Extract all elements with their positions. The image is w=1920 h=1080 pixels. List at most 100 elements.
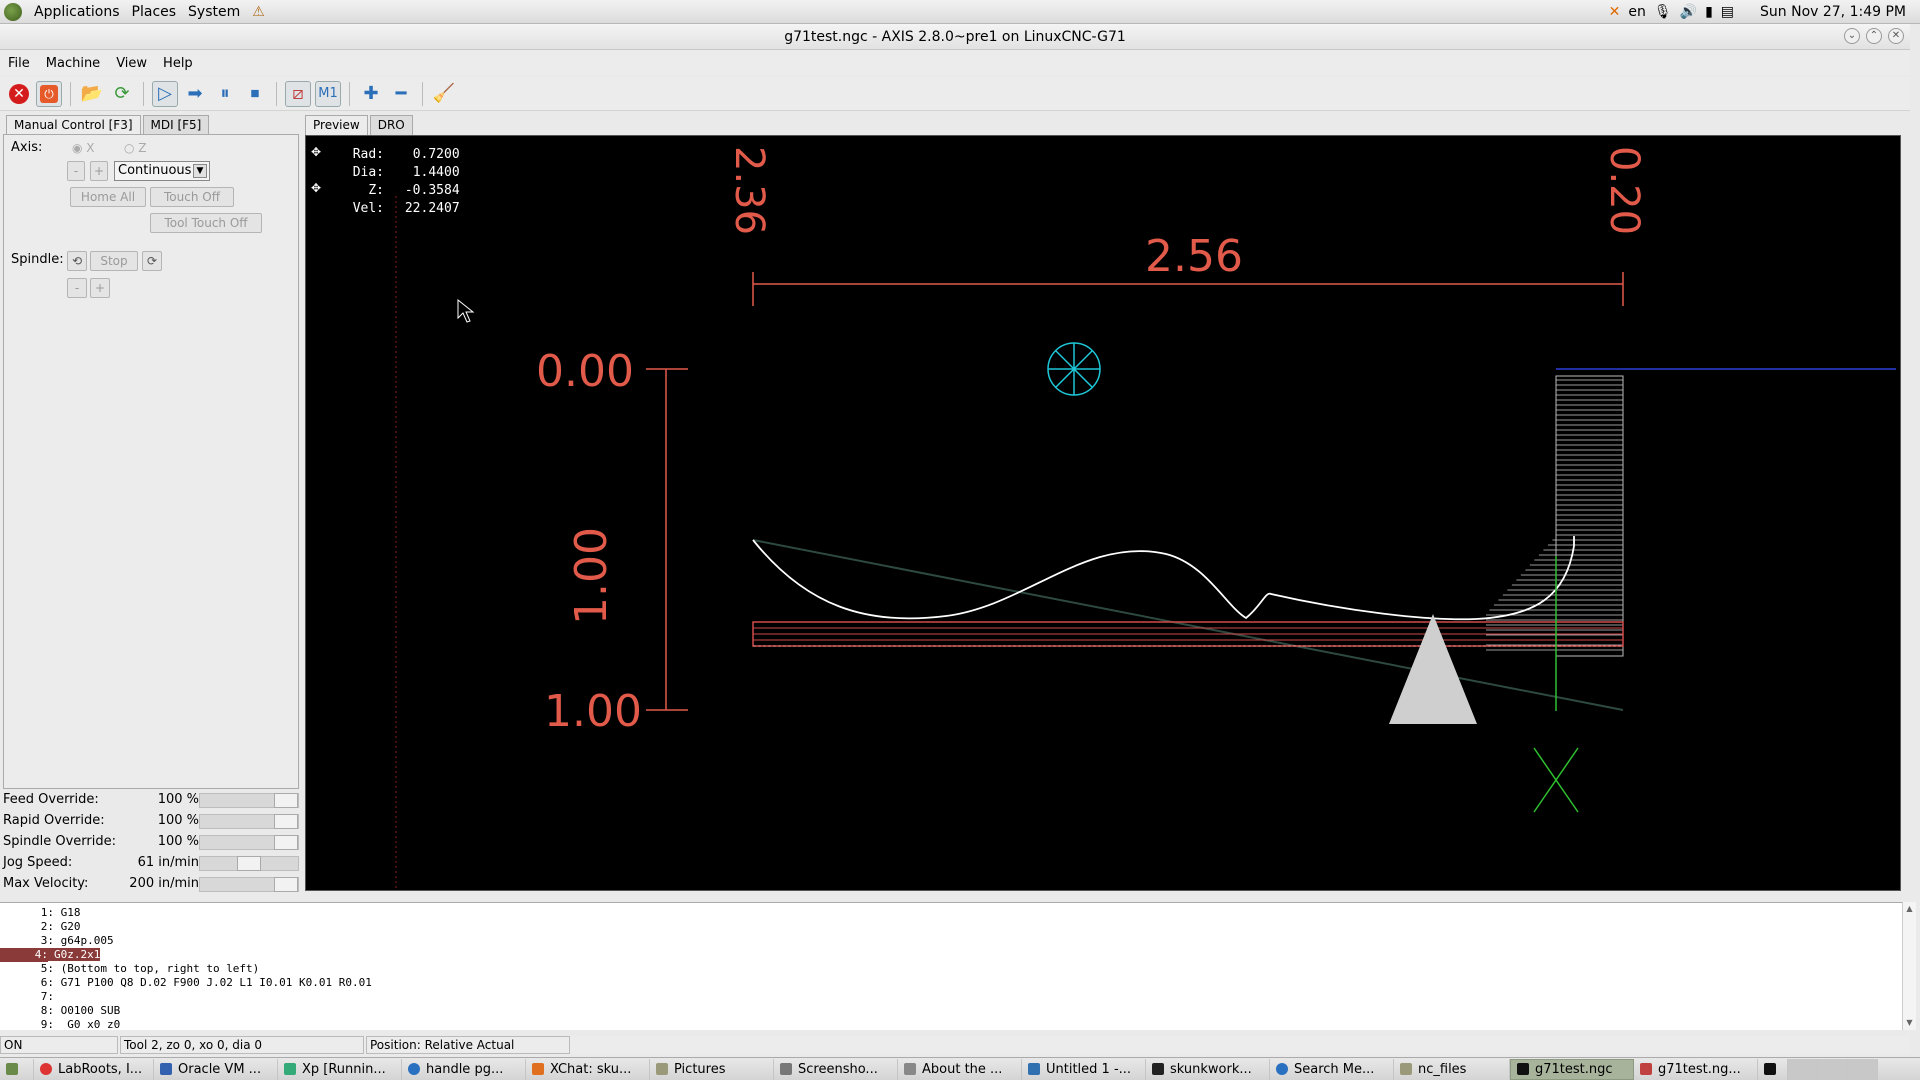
gcode-line[interactable]: 7: xyxy=(0,990,1910,1004)
gnome-foot-icon[interactable] xyxy=(4,2,22,21)
keyboard-lang[interactable]: en xyxy=(1628,4,1646,20)
task-skunkworks[interactable]: skunkwork... xyxy=(1146,1058,1270,1080)
mic-icon[interactable]: 🎙 xyxy=(1654,4,1672,20)
tab-dro[interactable]: DRO xyxy=(369,115,413,135)
task-handle-pg[interactable]: handle pg... xyxy=(402,1058,526,1080)
gcode-line-text: G71 P100 Q8 D.02 F900 J.02 L1 I0.01 K0.0… xyxy=(60,976,372,989)
machine-power-icon[interactable]: ⏻ xyxy=(36,80,62,107)
open-file-icon[interactable]: 📂 xyxy=(79,81,105,107)
launcher-icon[interactable]: ⚠ xyxy=(246,4,271,20)
spindle-stop-button[interactable]: Stop xyxy=(90,251,138,271)
menu-file[interactable]: File xyxy=(0,56,38,71)
task-about-the[interactable]: About the ... xyxy=(898,1058,1022,1080)
gcode-line-number: 3: xyxy=(40,934,54,947)
gcode-line[interactable]: 1: G18 xyxy=(0,906,1910,920)
slider-thumb[interactable] xyxy=(237,856,261,871)
gcode-line[interactable]: 9: G0 x0 z0 xyxy=(0,1018,1910,1030)
task-xchat[interactable]: XChat: sku... xyxy=(526,1058,650,1080)
task-labroots[interactable]: LabRoots, I... xyxy=(34,1058,154,1080)
pause-icon[interactable]: ⏸ xyxy=(212,81,238,107)
task-g71test-axis[interactable]: g71test.ngc xyxy=(1510,1058,1634,1080)
scroll-down-icon[interactable]: ▼ xyxy=(1904,1018,1915,1028)
stop-icon[interactable]: ⏹ xyxy=(242,81,268,107)
close-icon[interactable]: ✕ xyxy=(1888,28,1904,44)
gcode-line[interactable]: 3: g64p.005 xyxy=(0,934,1910,948)
minimize-icon[interactable]: ⌄ xyxy=(1844,28,1860,44)
menu-view[interactable]: View xyxy=(108,56,155,71)
spindle-slower-button[interactable]: - xyxy=(67,278,87,298)
task-label: handle pg... xyxy=(426,1061,504,1077)
run-icon[interactable]: ▷ xyxy=(152,80,178,107)
task-xp-running[interactable]: Xp [Runnin... xyxy=(278,1058,402,1080)
slider-thumb[interactable] xyxy=(274,877,298,892)
task-oracle-vm[interactable]: Oracle VM ... xyxy=(154,1058,278,1080)
spindle-override-slider[interactable] xyxy=(199,835,299,850)
gcode-line[interactable]: 2: G20 xyxy=(0,920,1910,934)
task-nc-files[interactable]: nc_files xyxy=(1394,1058,1510,1080)
zoom-in-icon[interactable]: ✚ xyxy=(358,81,384,107)
panel-menu-applications[interactable]: Applications xyxy=(28,4,126,20)
slider-thumb[interactable] xyxy=(274,793,298,808)
panel-menu-places[interactable]: Places xyxy=(126,4,183,20)
spindle-cw-icon[interactable]: ⟳ xyxy=(142,251,162,271)
menu-machine[interactable]: Machine xyxy=(38,56,108,71)
clear-plot-icon[interactable]: 🧹 xyxy=(431,81,457,107)
gcode-line[interactable]: 5: (Bottom to top, right to left) xyxy=(0,962,1910,976)
spindle-faster-button[interactable]: + xyxy=(90,278,110,298)
estop-icon[interactable]: ✕ xyxy=(6,81,32,107)
gcode-line-text: O0100 SUB xyxy=(60,1004,121,1017)
scroll-up-icon[interactable]: ▲ xyxy=(1904,904,1915,914)
clock[interactable]: Sun Nov 27, 1:49 PM xyxy=(1760,4,1906,20)
volume-icon[interactable]: 🔊 xyxy=(1680,4,1697,20)
menu-help[interactable]: Help xyxy=(155,56,201,71)
home-all-button[interactable]: Home All xyxy=(70,187,146,207)
gcode-line[interactable]: 6: G71 P100 Q8 D.02 F900 J.02 L1 I0.01 K… xyxy=(0,976,1910,990)
tab-preview[interactable]: Preview xyxy=(305,115,368,135)
gcode-line[interactable]: 8: O0100 SUB xyxy=(0,1004,1910,1018)
slider-thumb[interactable] xyxy=(274,835,298,850)
optional-stop-icon[interactable]: M1 xyxy=(315,80,341,107)
preview-plot[interactable]: 2.56 2.36 0.20 0.00 1.00 1.00 ✥ ✥ xyxy=(306,136,1901,891)
gcode-preview-canvas[interactable]: 2.56 2.36 0.20 0.00 1.00 1.00 ✥ ✥ xyxy=(305,135,1901,891)
tab-manual-control[interactable]: Manual Control [F3] xyxy=(6,115,141,135)
clipboard-icon[interactable]: ▤ xyxy=(1721,4,1734,20)
gcode-line-current[interactable]: 4: G0z.2x1 xyxy=(0,948,1910,962)
task-untitled[interactable]: Untitled 1 -... xyxy=(1022,1058,1146,1080)
jog-increment-select[interactable]: Continuous ▼ xyxy=(114,161,210,181)
jog-minus-button[interactable]: - xyxy=(67,161,85,181)
dro-rad-label: Rad: xyxy=(352,147,384,162)
task-search[interactable]: Search Me... xyxy=(1270,1058,1394,1080)
task-terminal[interactable] xyxy=(1758,1058,1788,1080)
gcode-scrollbar[interactable]: ▲ ▼ xyxy=(1902,902,1916,1030)
task-screenshot[interactable]: Screensho... xyxy=(774,1058,898,1080)
gcode-listing[interactable]: 1: G18 2: G20 3: g64p.005 4: G0z.2x1 5: (… xyxy=(0,902,1910,1030)
spindle-ccw-icon[interactable]: ⟲ xyxy=(67,251,87,271)
block-delete-icon[interactable]: ⧄ xyxy=(285,80,311,107)
slider-thumb[interactable] xyxy=(274,814,298,829)
task-g71test-editor[interactable]: g71test.ng... xyxy=(1634,1058,1758,1080)
jog-speed-slider[interactable] xyxy=(199,856,299,871)
jog-plus-button[interactable]: + xyxy=(90,161,108,181)
task-pictures[interactable]: Pictures xyxy=(650,1058,774,1080)
feed-override-slider[interactable] xyxy=(199,793,299,808)
reload-icon[interactable]: ⟳ xyxy=(109,81,135,107)
axis-z-radio[interactable]: ○ Z xyxy=(124,141,147,155)
zoom-out-icon[interactable]: ━ xyxy=(388,81,414,107)
axis-x-radio[interactable]: ◉ X xyxy=(72,141,95,155)
step-icon[interactable]: ➡ xyxy=(182,81,208,107)
show-desktop-icon[interactable] xyxy=(0,1058,34,1080)
tab-mdi[interactable]: MDI [F5] xyxy=(142,115,210,135)
workspace-3[interactable] xyxy=(1848,1058,1878,1080)
workspace-1[interactable] xyxy=(1788,1058,1818,1080)
xchat-tray-icon[interactable]: ✕ xyxy=(1609,4,1621,20)
workspace-2[interactable] xyxy=(1818,1058,1848,1080)
panel-menu-system[interactable]: System xyxy=(182,4,246,20)
network-icon[interactable]: ▮ xyxy=(1705,4,1713,20)
maximize-icon[interactable]: ⌃ xyxy=(1866,28,1882,44)
max-velocity-slider[interactable] xyxy=(199,877,299,892)
tool-touch-off-button[interactable]: Tool Touch Off xyxy=(150,213,262,233)
window-titlebar[interactable]: g71test.ngc - AXIS 2.8.0~pre1 on LinuxCN… xyxy=(0,24,1910,50)
tool-cone xyxy=(1389,614,1477,724)
rapid-override-slider[interactable] xyxy=(199,814,299,829)
touch-off-button[interactable]: Touch Off xyxy=(150,187,234,207)
